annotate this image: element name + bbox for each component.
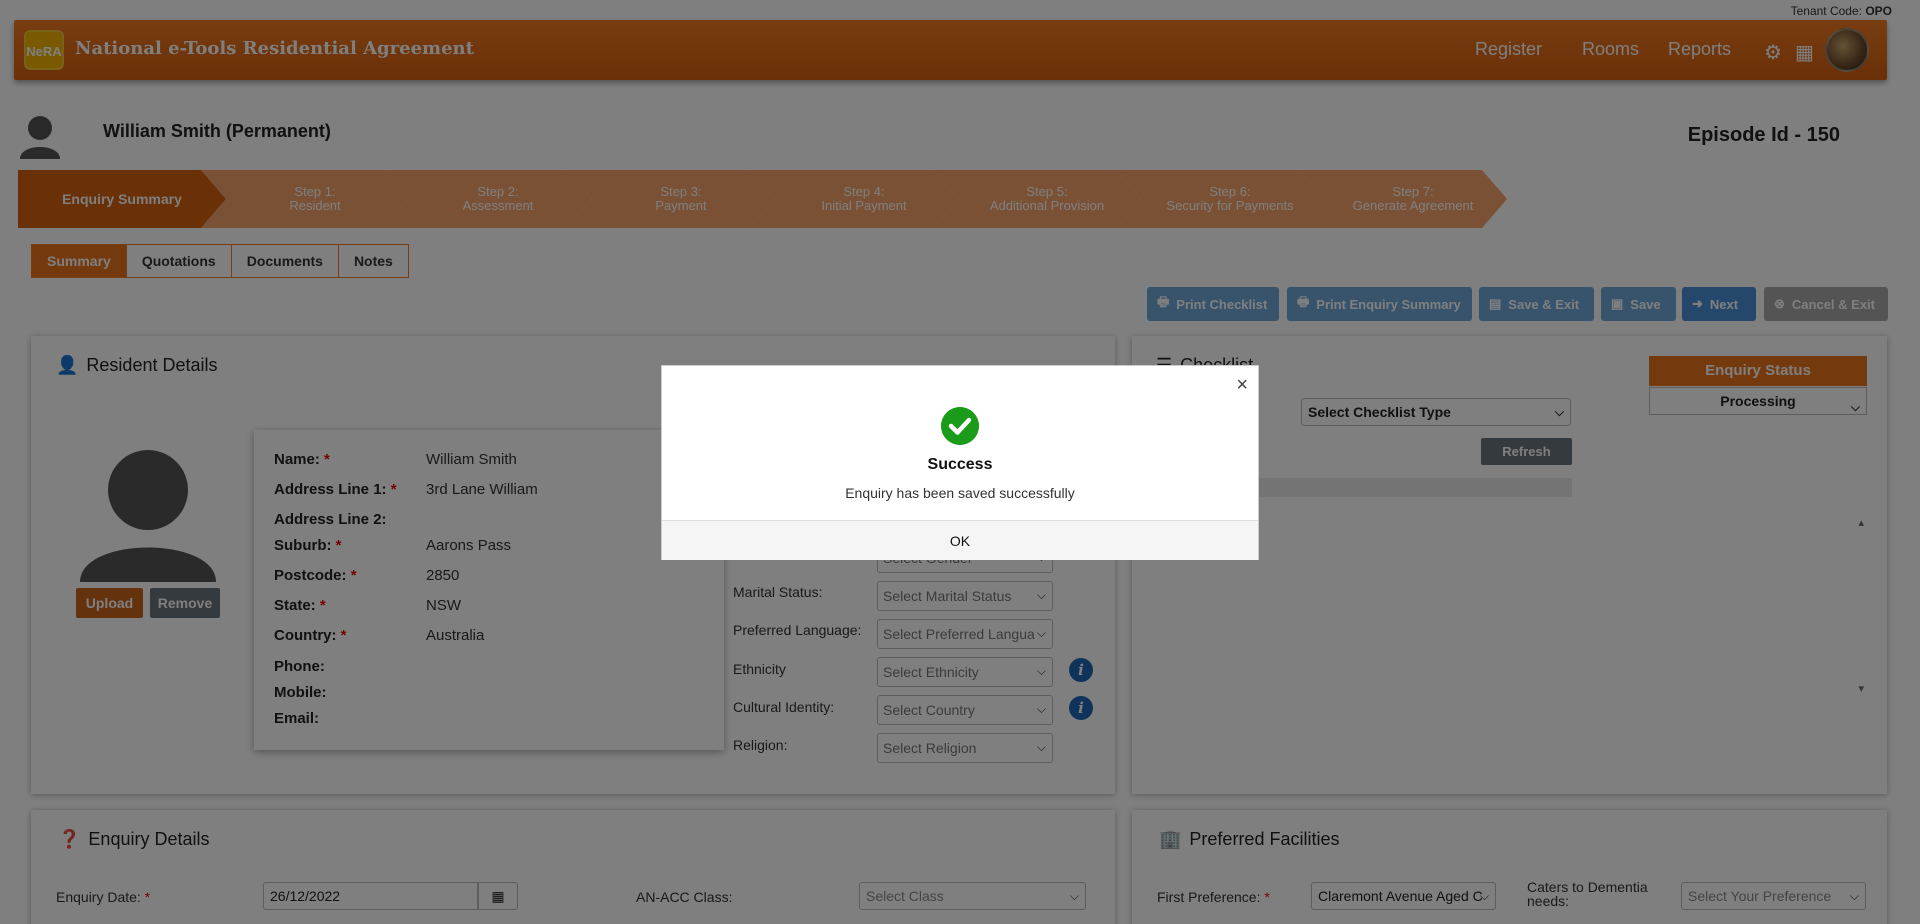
close-icon[interactable]: × <box>1236 374 1248 397</box>
success-dialog: × Success Enquiry has been saved success… <box>661 365 1259 560</box>
dialog-title: Success <box>927 456 993 473</box>
success-check-icon <box>941 407 979 445</box>
dialog-message: Enquiry has been saved successfully <box>845 485 1075 501</box>
ok-button[interactable]: OK <box>662 520 1258 560</box>
